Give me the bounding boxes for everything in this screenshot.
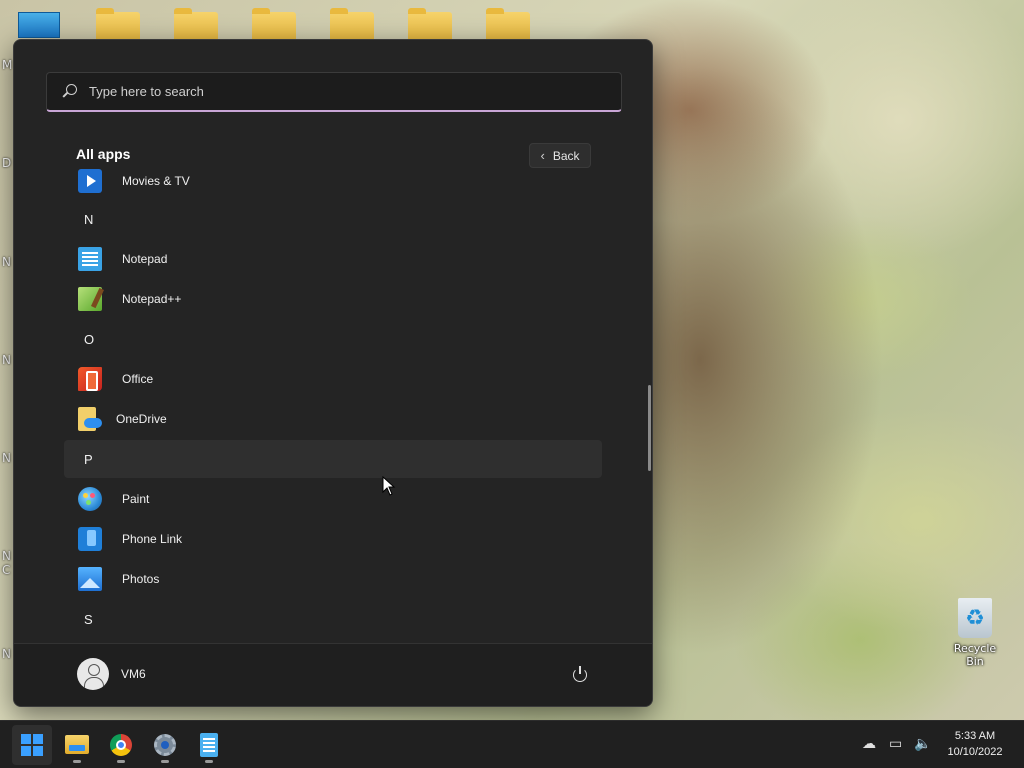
chrome-icon <box>110 734 132 756</box>
desktop-icon-label: D <box>2 156 12 170</box>
movies-tv-icon <box>78 169 102 193</box>
app-item-label: Phone Link <box>122 532 183 546</box>
desktop-app-icon[interactable] <box>18 12 60 38</box>
phone-link-icon <box>78 527 102 551</box>
running-indicator <box>117 760 125 763</box>
search-icon <box>61 83 77 100</box>
letter-header-p[interactable]: P <box>64 440 602 478</box>
app-item-label: Photos <box>122 572 160 586</box>
start-icon <box>21 734 43 756</box>
letter-header-label: P <box>84 451 93 467</box>
desktop-icon-label: N <box>2 549 11 563</box>
recycle-bin-icon <box>958 598 992 638</box>
app-item-paint[interactable]: Paint <box>64 480 602 518</box>
letter-header-label: S <box>84 611 93 627</box>
letter-header-n[interactable]: N <box>64 200 602 238</box>
recycle-bin-label: Recycle Bin <box>953 642 997 668</box>
taskbar-notepad[interactable] <box>189 725 229 765</box>
app-item-movies-tv[interactable]: Movies & TV <box>64 162 602 200</box>
user-avatar-icon[interactable] <box>77 658 109 690</box>
desktop-folder-icon[interactable] <box>252 8 296 42</box>
letter-header-o[interactable]: O <box>64 320 602 358</box>
settings-icon <box>154 734 176 756</box>
office-icon <box>78 367 102 391</box>
desktop-folder-icon[interactable] <box>408 8 452 42</box>
notepad-icon <box>200 733 218 757</box>
file-explorer-icon <box>65 735 89 754</box>
notepad-plus-plus-icon <box>78 287 102 311</box>
taskbar-chrome[interactable] <box>101 725 141 765</box>
search-input[interactable]: Type here to search <box>89 84 204 99</box>
desktop-icon-label: C <box>2 563 11 577</box>
app-item-photos[interactable]: Photos <box>64 560 602 598</box>
onedrive-icon <box>78 407 102 431</box>
network-icon[interactable]: ▭ <box>889 736 902 752</box>
letter-header-label: O <box>84 331 95 347</box>
desktop-icon-label: M <box>2 58 13 72</box>
app-item-label: OneDrive <box>116 412 167 426</box>
app-item-notepad-plus-plus[interactable]: Notepad++ <box>64 280 602 318</box>
app-item-label: Notepad++ <box>122 292 182 306</box>
photos-icon <box>78 567 102 591</box>
all-apps-list: Movies & TV N Notepad Notepad++ O Office… <box>64 160 604 642</box>
app-item-label: Office <box>122 372 154 386</box>
desktop-icon-label: N <box>2 451 11 465</box>
app-item-notepad[interactable]: Notepad <box>64 240 602 278</box>
recycle-bin[interactable]: Recycle Bin <box>944 598 1006 668</box>
start-menu: Type here to search All apps ‹ Back Movi… <box>13 39 653 707</box>
app-item-phone-link[interactable]: Phone Link <box>64 520 602 558</box>
search-box[interactable]: Type here to search <box>46 72 622 112</box>
desktop-icon-label: N <box>2 353 11 367</box>
cloud-offline-icon[interactable]: ☁ <box>862 736 876 752</box>
power-icon[interactable] <box>571 666 589 684</box>
app-item-office[interactable]: Office <box>64 360 602 398</box>
user-name[interactable]: VM6 <box>121 667 146 681</box>
desktop-icon-label: N <box>2 647 11 661</box>
running-indicator <box>73 760 81 763</box>
desktop-folder-icon[interactable] <box>174 8 218 42</box>
app-item-label: Paint <box>122 492 150 506</box>
taskbar-clock[interactable]: 5:33 AM 10/10/2022 <box>936 728 1014 760</box>
running-indicator <box>205 760 213 763</box>
desktop-folder-icon[interactable] <box>330 8 374 42</box>
volume-icon[interactable]: 🔈 <box>914 736 931 752</box>
scrollbar-thumb[interactable] <box>648 385 651 471</box>
app-item-onedrive[interactable]: OneDrive <box>64 400 602 438</box>
desktop-folder-icon[interactable] <box>96 8 140 42</box>
desktop-icon-label: N <box>2 255 11 269</box>
taskbar-file-explorer[interactable] <box>57 725 97 765</box>
running-indicator <box>161 760 169 763</box>
clock-time: 5:33 AM <box>954 730 996 742</box>
taskbar-settings[interactable] <box>145 725 185 765</box>
letter-header-s[interactable]: S <box>64 600 602 638</box>
clock-date: 10/10/2022 <box>947 746 1003 758</box>
app-item-label: Movies & TV <box>122 174 190 188</box>
start-footer: VM6 <box>14 643 652 706</box>
desktop-folder-icon[interactable] <box>486 8 530 42</box>
start-button[interactable] <box>12 725 52 765</box>
app-item-label: Notepad <box>122 252 168 266</box>
notepad-icon <box>78 247 102 271</box>
paint-icon <box>78 487 102 511</box>
letter-header-label: N <box>84 211 94 227</box>
